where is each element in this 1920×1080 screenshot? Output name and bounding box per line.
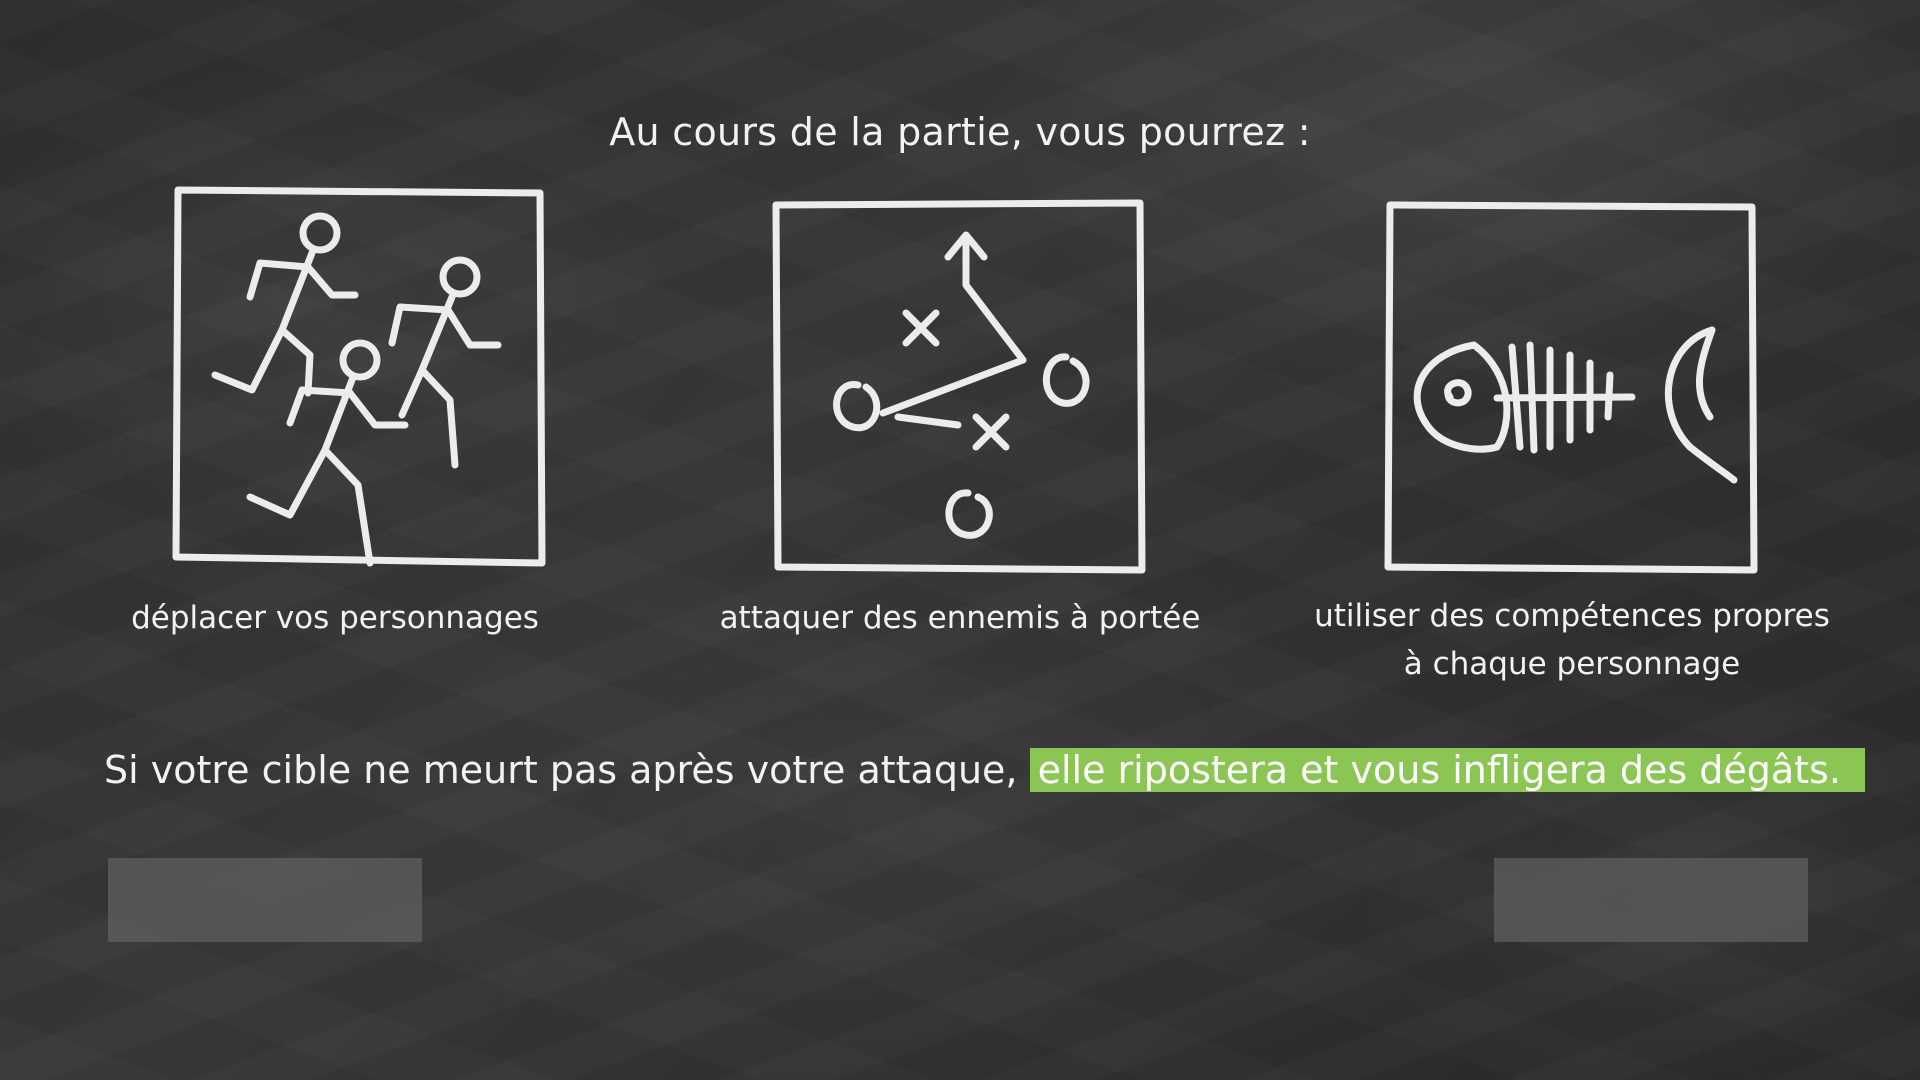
move-characters-card: [160, 185, 560, 575]
fish-skeleton-icon: [1384, 201, 1758, 574]
running-figures-icon: [172, 186, 546, 567]
unique-skills-caption: utiliser des compétences propres à chaqu…: [1292, 592, 1852, 688]
attack-enemies-caption: attaquer des ennemis à portée: [719, 600, 1201, 636]
unique-skills-caption-line-1: utiliser des compétences propres: [1314, 598, 1830, 634]
rule-text: Si votre cible ne meurt pas après votre …: [104, 748, 1030, 792]
previous-button[interactable]: [108, 858, 422, 942]
page-title: Au cours de la partie, vous pourrez :: [609, 110, 1311, 154]
rule-highlight: elle ripostera et vous infligera des dég…: [1029, 748, 1865, 792]
counterattack-rule: Si votre cible ne meurt pas après votre …: [104, 745, 1865, 795]
next-button[interactable]: [1494, 858, 1808, 942]
attack-enemies-card: [758, 185, 1158, 575]
unique-skills-caption-line-2: à chaque personnage: [1403, 646, 1741, 682]
unique-skills-card: [1372, 185, 1772, 575]
tactics-play-icon: [772, 199, 1146, 574]
move-characters-caption: déplacer vos personnages: [131, 600, 539, 636]
